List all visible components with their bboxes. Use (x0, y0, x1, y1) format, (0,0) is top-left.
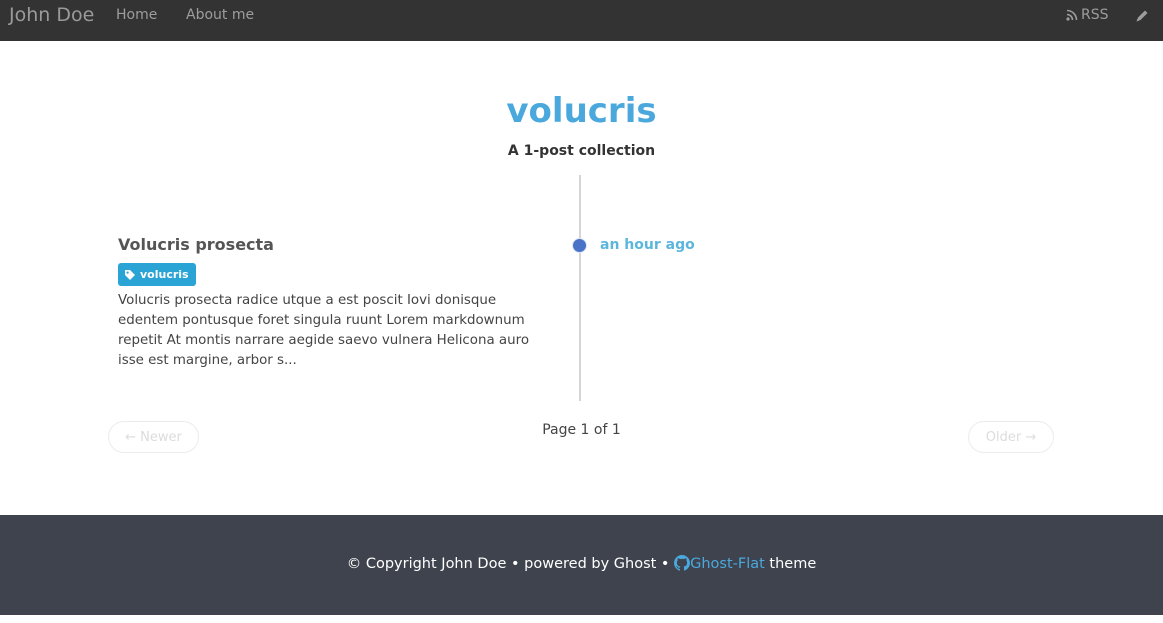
timeline-line (579, 175, 581, 401)
older-button[interactable]: Older → (968, 421, 1054, 453)
pencil-icon (1136, 10, 1148, 22)
top-navbar: John Doe Home About me RSS (0, 0, 1163, 41)
nav-about-link[interactable]: About me (186, 7, 254, 23)
github-icon (674, 555, 691, 571)
timeline-dot (572, 238, 587, 253)
footer-theme-suffix: theme (764, 556, 817, 572)
footer-copyright: © Copyright John Doe • powered by Ghost … (346, 556, 675, 572)
rss-label: RSS (1081, 7, 1109, 23)
tag-label: volucris (140, 268, 189, 281)
post-date-link[interactable]: an hour ago (600, 237, 695, 253)
footer-text: © Copyright John Doe • powered by Ghost … (0, 555, 1163, 572)
rss-icon (1066, 9, 1078, 21)
site-brand-link[interactable]: John Doe (9, 4, 94, 26)
tag-badge[interactable]: volucris (118, 263, 196, 286)
post-excerpt: Volucris prosecta radice utque a est pos… (118, 293, 530, 368)
page-subtitle: A 1-post collection (507, 143, 656, 159)
page-title: volucris (506, 91, 657, 131)
edit-button[interactable] (1134, 8, 1150, 24)
theme-link[interactable]: Ghost-Flat (690, 556, 765, 572)
post-title-link[interactable]: Volucris prosecta (118, 235, 274, 254)
tag-icon (125, 269, 135, 280)
footer: © Copyright John Doe • powered by Ghost … (0, 515, 1163, 615)
rss-link[interactable]: RSS (1066, 7, 1109, 23)
nav-home-link[interactable]: Home (116, 7, 157, 23)
